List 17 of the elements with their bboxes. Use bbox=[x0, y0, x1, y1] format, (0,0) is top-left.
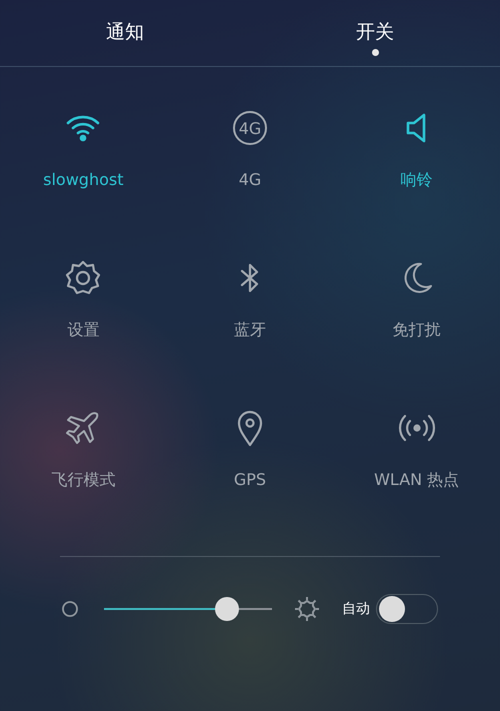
quick-toggle[interactable]: 蓝牙 bbox=[166, 256, 334, 406]
quick-toggle[interactable]: 设置 bbox=[0, 256, 167, 406]
selected-dot bbox=[372, 49, 378, 56]
auto-label: 自动 bbox=[342, 600, 370, 618]
quick-toggle[interactable]: slowghost bbox=[0, 106, 167, 256]
quick-toggle[interactable]: 飞行模式 bbox=[0, 406, 167, 556]
slider-thumb[interactable] bbox=[214, 597, 239, 621]
tab[interactable]: 开关 bbox=[250, 0, 500, 66]
quick-toggle[interactable]: 响铃 bbox=[333, 106, 500, 256]
quick-toggle[interactable]: GPS bbox=[166, 406, 334, 556]
quick-toggle[interactable]: WLAN 热点 bbox=[333, 406, 500, 556]
quick-toggle[interactable]: 4G 4G bbox=[166, 106, 334, 256]
quick-toggle[interactable]: 免打扰 bbox=[333, 256, 500, 406]
brightness-icon bbox=[294, 596, 320, 622]
tab[interactable]: 通知 bbox=[0, 0, 250, 66]
auto-brightness-switch[interactable] bbox=[376, 594, 438, 624]
dim-icon bbox=[60, 599, 80, 619]
